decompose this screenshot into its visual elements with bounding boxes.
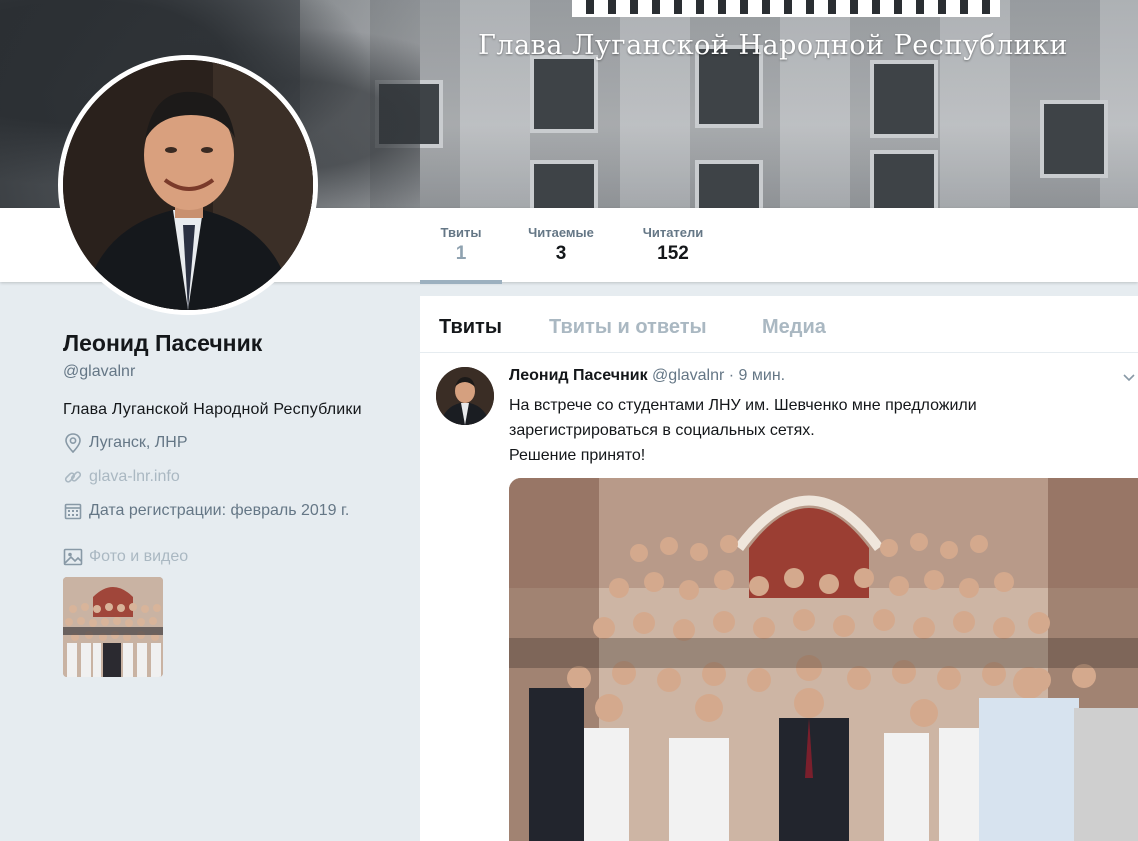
tweet-photo[interactable]: [509, 478, 1138, 841]
stat-followers[interactable]: Читатели 152: [634, 208, 712, 282]
tweet-timestamp[interactable]: · 9 мин.: [729, 367, 785, 384]
timeline: Твиты Твиты и ответы Медиа Леонид Пасечн…: [420, 296, 1138, 841]
stat-tweets[interactable]: Твиты 1: [420, 208, 502, 284]
stat-followers-value: 152: [657, 243, 689, 264]
profile-location: Луганск, ЛНР: [63, 433, 403, 453]
tweet-header: Леонид Пасечник @glavalnr · 9 мин.: [509, 367, 785, 385]
profile-info: Леонид Пасечник @glavalnr Глава Луганско…: [63, 330, 403, 677]
banner-title: Глава Луганской Народной Республики: [478, 30, 1069, 61]
tweet-item[interactable]: Леонид Пасечник @glavalnr · 9 мин. На вс…: [420, 353, 1138, 841]
media-section-label[interactable]: Фото и видео: [89, 548, 188, 566]
timeline-tabs: Твиты Твиты и ответы Медиа: [420, 296, 1138, 353]
profile-website-link[interactable]: glava-lnr.info: [89, 468, 180, 486]
profile-location-text: Луганск, ЛНР: [89, 434, 188, 451]
media-section-title[interactable]: Фото и видео: [63, 547, 403, 567]
tab-tweets-and-replies[interactable]: Твиты и ответы: [549, 316, 707, 339]
stat-followers-label: Читатели: [642, 225, 704, 240]
profile-joined-text: Дата регистрации: февраль 2019 г.: [89, 502, 350, 519]
link-icon: [63, 467, 83, 487]
profile-website[interactable]: glava-lnr.info: [63, 467, 403, 487]
tab-media[interactable]: Медиа: [762, 316, 826, 339]
tweet-author-name[interactable]: Леонид Пасечник: [509, 367, 648, 384]
tweet-text: На встрече со студентами ЛНУ им. Шевченк…: [509, 393, 977, 468]
tweet-text-line: На встрече со студентами ЛНУ им. Шевченк…: [509, 397, 977, 414]
stat-tweets-value: 1: [455, 243, 467, 264]
stat-following-value: 3: [555, 243, 567, 264]
stat-following-label: Читаемые: [528, 225, 594, 240]
tweet-author-handle[interactable]: @glavalnr: [652, 367, 724, 384]
chevron-down-icon[interactable]: [1122, 371, 1136, 385]
tab-tweets[interactable]: Твиты: [439, 316, 502, 339]
profile-joined: Дата регистрации: февраль 2019 г.: [63, 501, 403, 521]
calendar-icon: [63, 501, 83, 521]
profile-avatar[interactable]: [58, 55, 318, 315]
media-thumbnail[interactable]: [63, 577, 163, 677]
stat-following[interactable]: Читаемые 3: [518, 208, 604, 282]
tweet-text-line: Решение принято!: [509, 447, 646, 464]
profile-name[interactable]: Леонид Пасечник: [63, 330, 403, 357]
image-icon: [63, 547, 83, 567]
tweet-text-line: зарегистрироваться в социальных сетях.: [509, 422, 815, 439]
stat-tweets-label: Твиты: [440, 225, 482, 240]
location-pin-icon: [63, 433, 83, 453]
banner-crest-decoration: [572, 0, 1000, 17]
tweet-author-avatar[interactable]: [436, 367, 494, 425]
profile-bio: Глава Луганской Народной Республики: [63, 401, 362, 418]
profile-handle[interactable]: @glavalnr: [63, 363, 403, 381]
